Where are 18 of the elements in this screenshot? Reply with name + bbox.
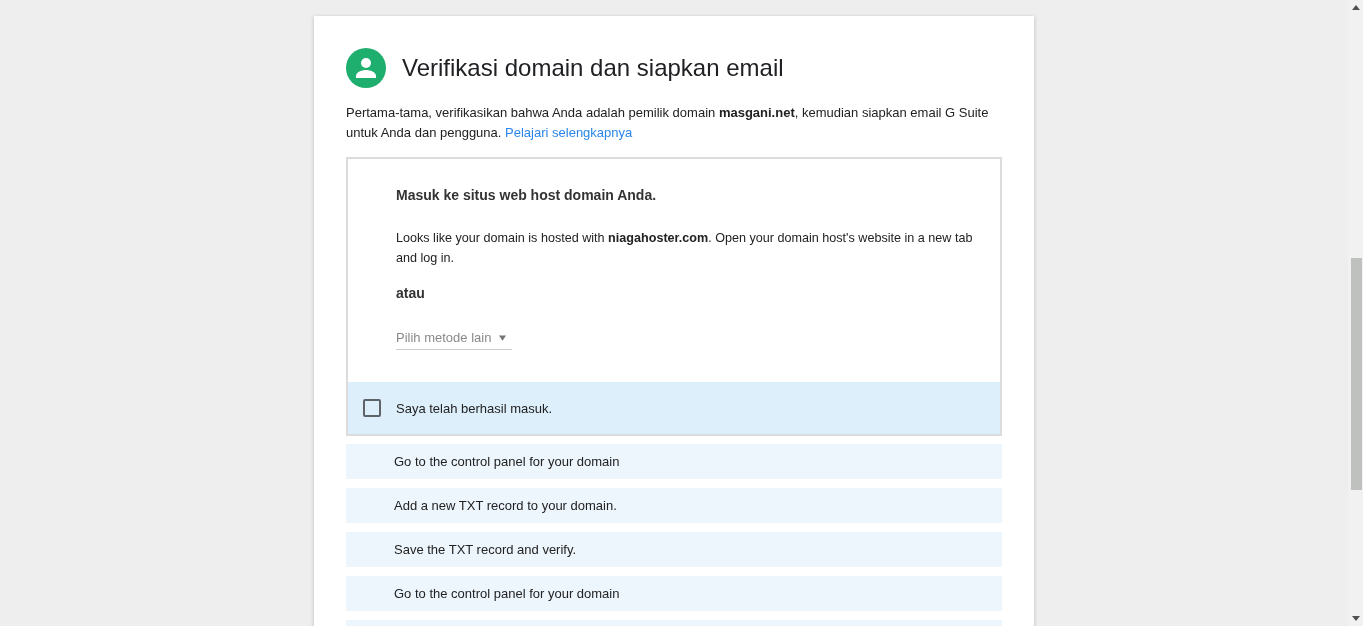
- step-title: Masuk ke situs web host domain Anda.: [396, 186, 658, 205]
- arrow-down-icon[interactable]: [1351, 616, 1360, 621]
- step-label: Add a new TXT record to your domain.: [394, 498, 617, 513]
- step-label: Go to the control panel for your domain: [394, 454, 620, 469]
- step-label: Go to the control panel for your domain: [394, 586, 620, 601]
- step-label: Save the TXT record and verify.: [394, 542, 577, 557]
- checkbox[interactable]: [363, 399, 381, 417]
- scrollbar-thumb[interactable]: [1351, 258, 1362, 490]
- page-title: Verifikasi domain dan siapkan email: [402, 53, 784, 83]
- intro-text: Pertama-tama, verifikasikan bahwa Anda adalah pemilik domain masgani.net, kemudian siapkan email G Suite untuk Anda dan pengguna. Pelajari selengkapnya: [346, 104, 990, 142]
- arrow-up-icon[interactable]: [1351, 5, 1360, 10]
- separator-text: atau: [396, 284, 426, 303]
- step-text: Looks like your domain is hosted with niagahoster.com. Open your domain host's website in a new tab and log in.: [396, 230, 974, 267]
- learn-more-link[interactable]: Pelajari selengkapnya: [505, 125, 633, 140]
- checkbox-label[interactable]: Saya telah berhasil masuk.: [396, 400, 553, 416]
- person-icon: [346, 48, 386, 88]
- method-dropdown[interactable]: Pilih metode lain: [396, 327, 513, 350]
- caret-icon: [499, 334, 507, 341]
